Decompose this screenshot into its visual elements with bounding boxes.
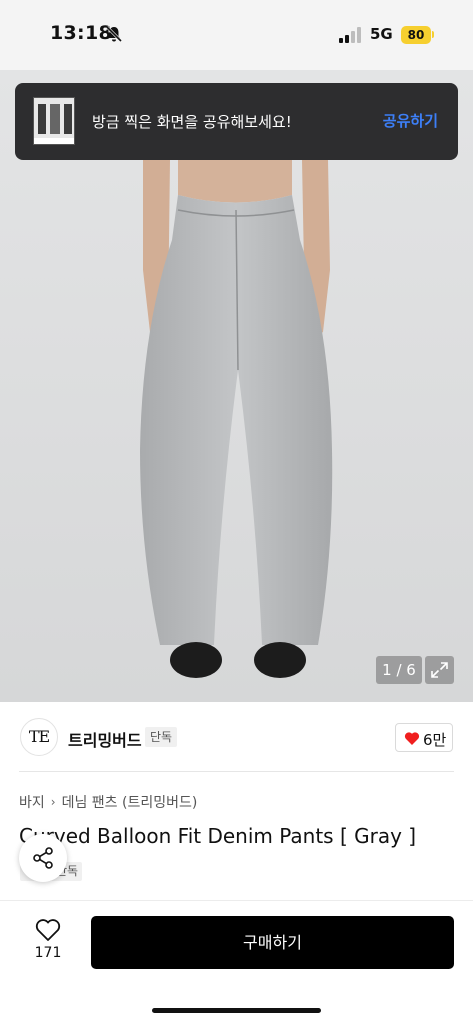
breadcrumb-item-category[interactable]: 바지 — [19, 792, 45, 812]
brand-name[interactable]: 트리밍버드 — [68, 727, 142, 751]
toast-message: 방금 찍은 화면을 공유해보세요! — [92, 113, 292, 131]
heart-filled-icon — [404, 732, 420, 745]
status-bar: 13:18 5G 80 — [0, 0, 473, 70]
share-icon — [33, 847, 53, 869]
battery-indicator: 80 — [401, 26, 431, 44]
battery-cap — [432, 31, 434, 38]
buy-button[interactable]: 구매하기 — [91, 916, 454, 969]
breadcrumb-item-subcategory[interactable]: 데님 팬츠 (트리밍버드) — [62, 792, 198, 812]
expand-icon — [431, 662, 448, 678]
brand-like-count: 6만 — [423, 731, 447, 749]
exclusive-badge: 단독 — [145, 727, 178, 747]
chevron-right-icon: › — [50, 795, 56, 809]
network-label: 5G — [370, 25, 393, 43]
expand-button[interactable] — [425, 656, 454, 684]
status-time: 13:18 — [50, 22, 112, 44]
wish-count: 171 — [34, 945, 62, 961]
signal-icon — [339, 27, 361, 43]
brand-logo[interactable]: TE — [20, 718, 58, 756]
bell-slash-icon — [105, 25, 123, 43]
share-action-button[interactable]: 공유하기 — [383, 110, 438, 131]
heart-outline-icon[interactable] — [35, 918, 61, 942]
product-photo — [0, 70, 473, 702]
image-counter: 1 / 6 — [376, 656, 422, 684]
brand-like-button[interactable]: 6만 — [395, 723, 453, 752]
screenshot-thumbnail[interactable] — [33, 97, 75, 145]
share-button[interactable] — [19, 834, 67, 882]
breadcrumb: 바지 › 데님 팬츠 (트리밍버드) — [19, 792, 197, 812]
home-indicator — [152, 1008, 321, 1013]
share-toast: 방금 찍은 화면을 공유해보세요! 공유하기 — [15, 83, 458, 160]
divider — [19, 771, 454, 772]
product-title: Curved Balloon Fit Denim Pants [ Gray ] — [19, 824, 417, 848]
product-image[interactable] — [0, 70, 473, 702]
